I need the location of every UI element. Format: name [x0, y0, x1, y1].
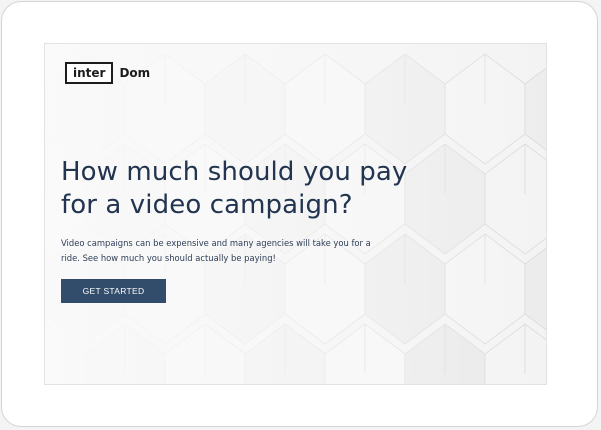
landing-page: inter Dom How much should you pay for a …: [44, 43, 547, 385]
headline-line-1: How much should you pay: [61, 157, 408, 187]
page-headline: How much should you pay for a video camp…: [61, 156, 531, 222]
logo-text: Dom: [119, 66, 151, 80]
hero-description: Video campaigns can be expensive and man…: [61, 236, 461, 266]
logo-boxed-text: inter: [65, 62, 114, 84]
description-line-1: Video campaigns can be expensive and man…: [61, 238, 371, 248]
get-started-button[interactable]: GET STARTED: [61, 279, 166, 303]
brand-logo[interactable]: inter Dom: [65, 62, 151, 84]
headline-line-2: for a video campaign?: [61, 190, 353, 220]
description-line-2: ride. See how much you should actually b…: [61, 253, 276, 263]
